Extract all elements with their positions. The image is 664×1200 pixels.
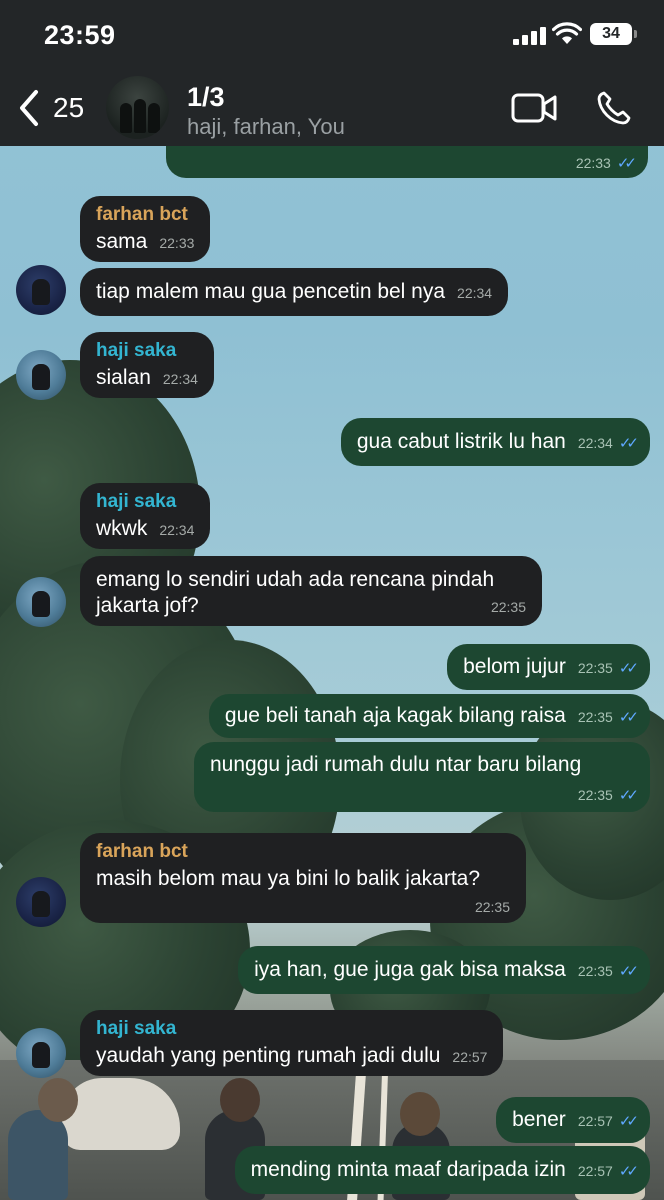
sender-avatar[interactable] — [16, 877, 66, 927]
cellular-signal-icon — [513, 27, 549, 45]
sender-avatar[interactable] — [16, 350, 66, 400]
back-chevron-icon[interactable] — [14, 88, 44, 128]
chat-members[interactable]: haji, farhan, You — [187, 114, 345, 140]
video-call-icon[interactable] — [511, 92, 557, 124]
message-text: sialan — [96, 366, 151, 389]
message-time: 22:34 — [577, 435, 613, 451]
message-bubble-outgoing[interactable]: belom jujur 22:35 ✓✓ — [447, 644, 650, 690]
sender-name: farhan bct — [96, 204, 188, 225]
message-text: masih belom mau ya bini lo balik jakarta… — [96, 867, 481, 890]
read-receipt-icon: ✓✓ — [618, 435, 639, 452]
message-time: 22:57 — [452, 1049, 488, 1065]
message-time: 22:35 — [577, 709, 613, 725]
message-text: sama — [96, 230, 148, 253]
message-text: iya han, gue juga gak bisa maksa — [254, 958, 566, 981]
message-time: 22:35 — [577, 787, 613, 803]
message-bubble-outgoing[interactable]: gua cabut listrik lu han 22:34 ✓✓ — [340, 418, 650, 466]
message-bubble-outgoing[interactable]: mending minta maaf daripada izin 22:57 ✓✓ — [234, 1146, 650, 1194]
message-text: belom jujur — [463, 655, 566, 678]
message-bubble-outgoing[interactable]: gue beli tanah aja kagak bilang raisa 22… — [208, 694, 650, 738]
sender-avatar[interactable] — [16, 265, 66, 315]
message-bubble-incoming[interactable]: emang lo sendiri udah ada rencana pindah… — [80, 556, 542, 626]
message-time: 22:34 — [159, 522, 195, 538]
message-bubble-incoming[interactable]: tiap malem mau gua pencetin bel nya 22:3… — [80, 268, 509, 316]
group-avatar[interactable] — [106, 76, 169, 139]
message-time: 22:33 — [159, 235, 195, 251]
sender-name: haji saka — [96, 491, 177, 512]
chat-title[interactable]: 1/3 — [187, 82, 225, 113]
read-receipt-icon: ✓✓ — [618, 709, 639, 726]
status-time: 23:59 — [44, 20, 116, 50]
message-bubble-incoming[interactable]: haji saka yaudah yang penting rumah jadi… — [80, 1010, 504, 1076]
message-time: 22:57 — [577, 1113, 613, 1129]
message-time: 22:35 — [490, 599, 526, 615]
message-text: nunggu jadi rumah dulu ntar baru bilang — [210, 753, 582, 776]
message-text: gua cabut listrik lu han — [356, 430, 566, 453]
voice-call-icon[interactable] — [596, 90, 632, 126]
message-time: 22:34 — [162, 371, 198, 387]
message-text: emang lo sendiri udah ada rencana pindah — [96, 568, 495, 591]
sender-avatar[interactable] — [16, 1028, 66, 1078]
sender-avatar[interactable] — [16, 577, 66, 627]
read-receipt-icon: ✓✓ — [618, 787, 639, 804]
message-text: mending minta maaf daripada izin — [250, 1158, 566, 1181]
message-bubble-outgoing[interactable]: iya han, gue juga gak bisa maksa 22:35 ✓✓ — [238, 946, 650, 994]
read-receipt-icon: ✓✓ — [618, 963, 639, 980]
message-text: bener — [512, 1108, 566, 1131]
message-time: 22:35 — [474, 899, 510, 915]
battery-indicator: 34 — [590, 23, 637, 45]
message-bubble-outgoing[interactable]: nunggu jadi rumah dulu ntar baru bilang … — [194, 742, 650, 812]
message-time: 22:57 — [577, 1163, 613, 1179]
message-bubble-incoming[interactable]: farhan bct masih belom mau ya bini lo ba… — [80, 833, 526, 923]
wifi-icon — [552, 22, 582, 44]
message-bubble-incoming[interactable]: haji saka wkwk 22:34 — [80, 483, 211, 549]
sender-name: haji saka — [96, 1018, 177, 1039]
back-unread-count[interactable]: 25 — [53, 92, 84, 124]
sender-name: farhan bct — [96, 841, 188, 862]
message-bubble-incoming[interactable]: haji saka sialan 22:34 — [80, 332, 214, 398]
read-receipt-icon: ✓✓ — [618, 1113, 639, 1130]
message-text: gue beli tanah aja kagak bilang raisa — [224, 704, 566, 727]
read-receipt-icon: ✓✓ — [618, 1163, 639, 1180]
message-text: tiap malem mau gua pencetin bel nya — [96, 280, 446, 303]
message-time: 22:35 — [577, 963, 613, 979]
message-text: yaudah yang penting rumah jadi dulu — [96, 1044, 441, 1067]
chat-header: 23:59 34 25 1/3 haji, farhan, You — [0, 0, 664, 146]
read-receipt-icon: ✓✓ — [616, 155, 637, 172]
read-receipt-icon: ✓✓ — [618, 660, 639, 677]
message-bubble-outgoing[interactable]: bener 22:57 ✓✓ — [496, 1097, 650, 1143]
message-time: 22:34 — [457, 285, 493, 301]
sender-name: haji saka — [96, 340, 177, 361]
message-text: wkwk — [96, 517, 148, 540]
message-bubble-incoming[interactable]: farhan bct sama 22:33 — [80, 196, 211, 262]
message-time: 22:35 — [577, 660, 613, 676]
message-text: jakarta jof? — [96, 594, 199, 617]
message-time: 22:33 — [575, 155, 611, 171]
